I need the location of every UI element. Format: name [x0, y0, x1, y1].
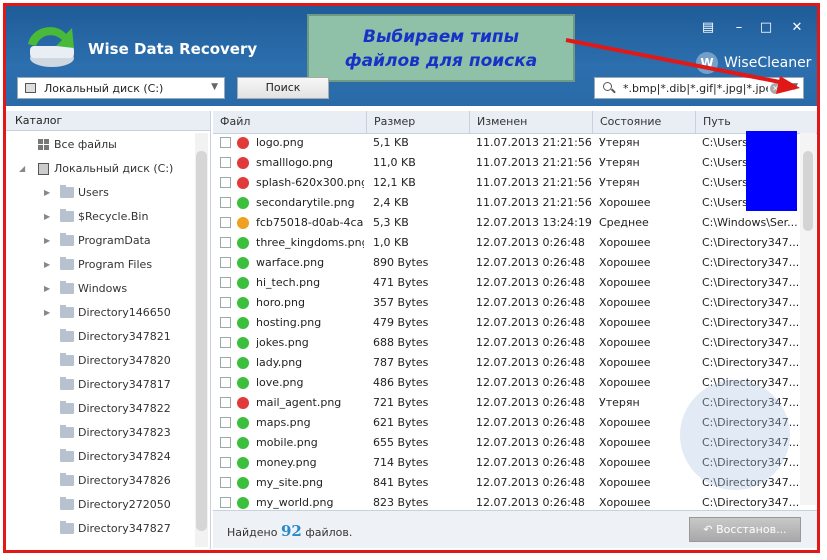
annotation-frame [3, 3, 820, 553]
